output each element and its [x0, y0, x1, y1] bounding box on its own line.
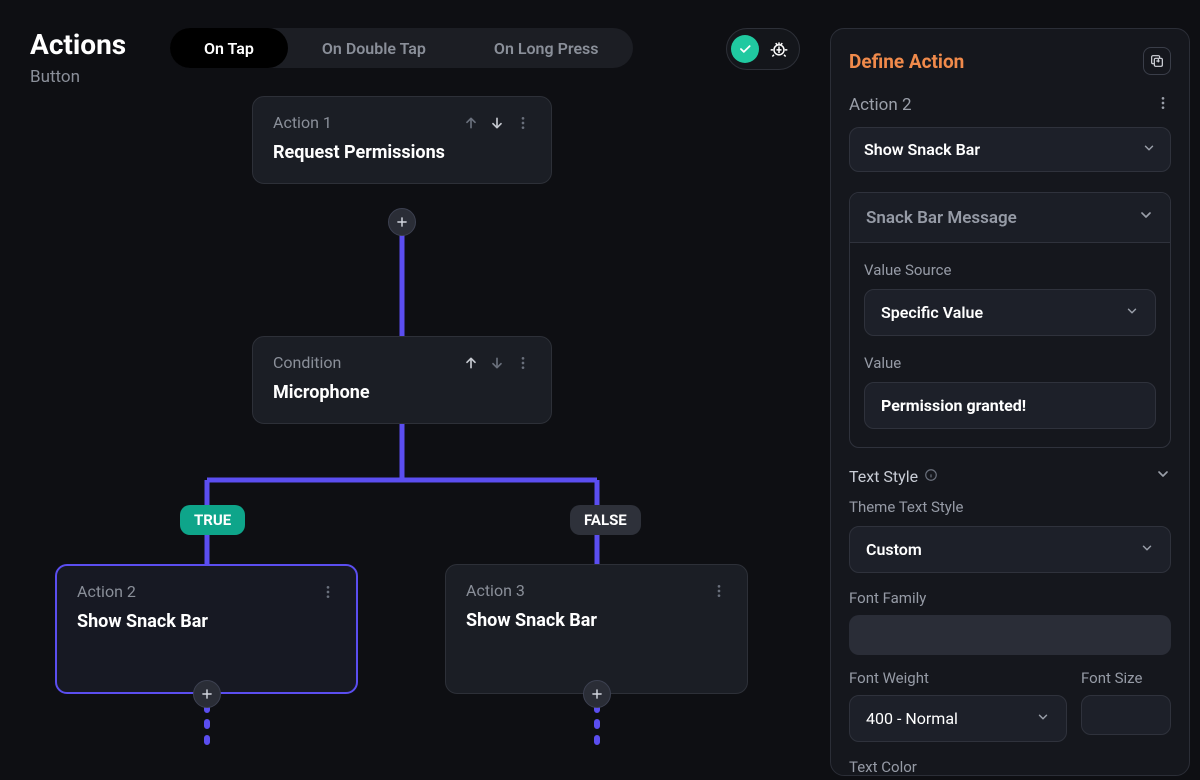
theme-text-style-value: Custom [866, 540, 922, 559]
node-title: Request Permissions [273, 142, 531, 163]
arrow-down-icon[interactable] [489, 355, 505, 371]
panel-title: Define Action [849, 50, 964, 73]
arrow-down-icon[interactable] [489, 115, 505, 131]
value-source-select[interactable]: Specific Value [864, 289, 1156, 336]
page-title: Actions [30, 28, 130, 61]
node-label: Action 3 [466, 581, 525, 600]
font-weight-select[interactable]: 400 - Normal [849, 695, 1067, 742]
panel-action-name: Action 2 [849, 95, 912, 115]
action-type-value: Show Snack Bar [864, 140, 980, 159]
event-tabs: On Tap On Double Tap On Long Press [170, 28, 633, 68]
header: Actions Button On Tap On Double Tap On L… [30, 28, 800, 87]
theme-text-style-label: Theme Text Style [849, 498, 1171, 516]
font-size-label: Font Size [1081, 669, 1171, 687]
node-label: Condition [273, 353, 341, 372]
text-color-label: Text Color [849, 758, 1171, 776]
node-label: Action 1 [273, 113, 332, 132]
node-title: Show Snack Bar [77, 611, 336, 632]
action-type-select[interactable]: Show Snack Bar [849, 127, 1171, 172]
debug-button[interactable] [763, 33, 795, 65]
font-size-input[interactable] [1081, 695, 1171, 735]
more-vert-icon[interactable] [515, 355, 531, 371]
add-action-button[interactable] [388, 208, 416, 236]
font-weight-label: Font Weight [849, 669, 1067, 687]
node-title: Show Snack Bar [466, 610, 727, 631]
node-label: Action 2 [77, 582, 136, 601]
text-style-header[interactable]: Text Style [849, 466, 1171, 486]
tab-on-tap[interactable]: On Tap [170, 28, 288, 68]
node-action-1[interactable]: Action 1 Request Permissions [252, 96, 552, 184]
theme-text-style-select[interactable]: Custom [849, 526, 1171, 573]
node-condition[interactable]: Condition Microphone [252, 336, 552, 424]
snackbar-message-header[interactable]: Snack Bar Message [850, 193, 1170, 243]
more-vert-icon[interactable] [711, 583, 727, 599]
panel-more-button[interactable] [1155, 95, 1171, 115]
tab-on-long-press[interactable]: On Long Press [460, 28, 633, 68]
tab-on-double-tap[interactable]: On Double Tap [288, 28, 460, 68]
node-title: Microphone [273, 382, 531, 403]
header-actions [726, 28, 800, 70]
more-vert-icon[interactable] [320, 584, 336, 600]
node-action-3[interactable]: Action 3 Show Snack Bar [445, 564, 748, 694]
chevron-down-icon [1142, 140, 1156, 159]
value-input[interactable]: Permission granted! [864, 382, 1156, 429]
arrow-up-icon[interactable] [463, 115, 479, 131]
add-action-button[interactable] [583, 680, 611, 708]
value-text: Permission granted! [881, 396, 1026, 415]
font-family-input[interactable] [849, 615, 1171, 655]
snackbar-message-section: Snack Bar Message Value Source Specific … [849, 192, 1171, 448]
value-label: Value [864, 354, 1156, 372]
copy-action-button[interactable] [1143, 47, 1171, 75]
chevron-down-icon [1140, 540, 1154, 559]
value-source-label: Value Source [864, 261, 1156, 279]
flow-canvas[interactable]: Action 1 Request Permissions Condition [0, 80, 820, 780]
chevron-down-icon [1036, 709, 1050, 728]
arrow-up-icon[interactable] [463, 355, 479, 371]
font-weight-value: 400 - Normal [866, 709, 958, 728]
node-action-2[interactable]: Action 2 Show Snack Bar [55, 564, 358, 694]
branch-false-label: FALSE [570, 505, 641, 535]
text-style-label: Text Style [849, 467, 918, 486]
chevron-down-icon [1138, 207, 1154, 228]
validation-check-icon [731, 35, 759, 63]
branch-true-label: TRUE [180, 505, 245, 535]
chevron-down-icon [1125, 303, 1139, 322]
chevron-down-icon [1155, 466, 1171, 486]
font-family-label: Font Family [849, 589, 1171, 607]
add-action-button[interactable] [193, 680, 221, 708]
value-source-value: Specific Value [881, 303, 983, 322]
header-left: Actions Button [30, 28, 130, 87]
more-vert-icon[interactable] [515, 115, 531, 131]
info-icon [924, 467, 938, 486]
section-title: Snack Bar Message [866, 208, 1017, 228]
define-action-panel: Define Action Action 2 Show Snack Bar Sn… [830, 28, 1190, 776]
